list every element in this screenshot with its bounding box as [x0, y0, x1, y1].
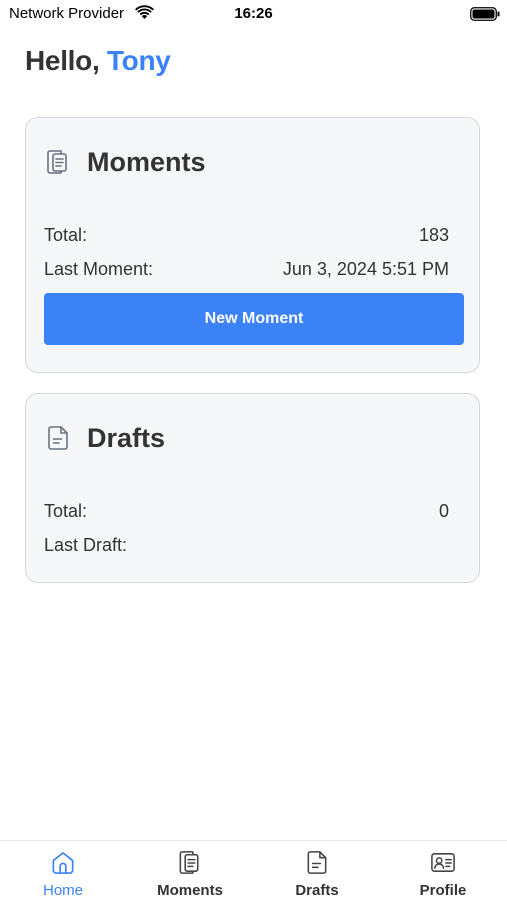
moments-icon [47, 150, 67, 174]
tab-home-label: Home [42, 882, 83, 899]
drafts-card-title: Drafts [87, 422, 166, 453]
last-draft-label: Last Draft: [44, 535, 128, 555]
tab-drafts[interactable]: Drafts [262, 849, 372, 899]
moments-card-title: Moments [87, 146, 206, 177]
new-moment-button[interactable]: New Moment [44, 293, 464, 345]
drafts-total-value: 0 [438, 501, 449, 521]
document-icon [48, 426, 68, 450]
last-moment-row: Last Moment: Jun 3, 2024 5:51 PM [44, 259, 449, 280]
drafts-card-header: Drafts [44, 422, 165, 454]
document-icon [307, 851, 327, 874]
moments-total-row: Total: 183 [44, 225, 449, 246]
status-time: 16:26 [234, 5, 273, 22]
drafts-card: Drafts Total: 0 Last Draft: [25, 393, 480, 583]
drafts-total-row: Total: 0 [44, 501, 449, 522]
tab-profile[interactable]: Profile [388, 849, 498, 899]
tab-moments-label: Moments [157, 882, 223, 899]
tab-profile-label: Profile [419, 882, 467, 899]
status-bar: Network Provider 16:26 [0, 0, 507, 28]
last-moment-value: Jun 3, 2024 5:51 PM [282, 259, 449, 279]
tab-moments[interactable]: Moments [135, 849, 245, 899]
moments-total-value: 183 [418, 225, 449, 245]
moments-total-label: Total: [44, 225, 88, 245]
greeting: Hello, Tony [25, 45, 171, 77]
moments-card-header: Moments [44, 146, 206, 178]
battery-icon [470, 7, 500, 21]
last-moment-label: Last Moment: [44, 259, 154, 279]
tab-home[interactable]: Home [8, 849, 118, 899]
moments-icon [179, 851, 199, 874]
tab-drafts-label: Drafts [295, 882, 339, 899]
greeting-prefix: Hello, [25, 45, 100, 76]
last-draft-row: Last Draft: [44, 535, 449, 556]
profile-card-icon [431, 853, 455, 872]
tab-bar: Home Moments Drafts Profile [0, 840, 507, 901]
moments-card: Moments Total: 183 Last Moment: Jun 3, 2… [25, 117, 480, 373]
greeting-user-name: Tony [106, 45, 171, 76]
home-icon [52, 852, 74, 874]
drafts-total-label: Total: [44, 501, 88, 521]
